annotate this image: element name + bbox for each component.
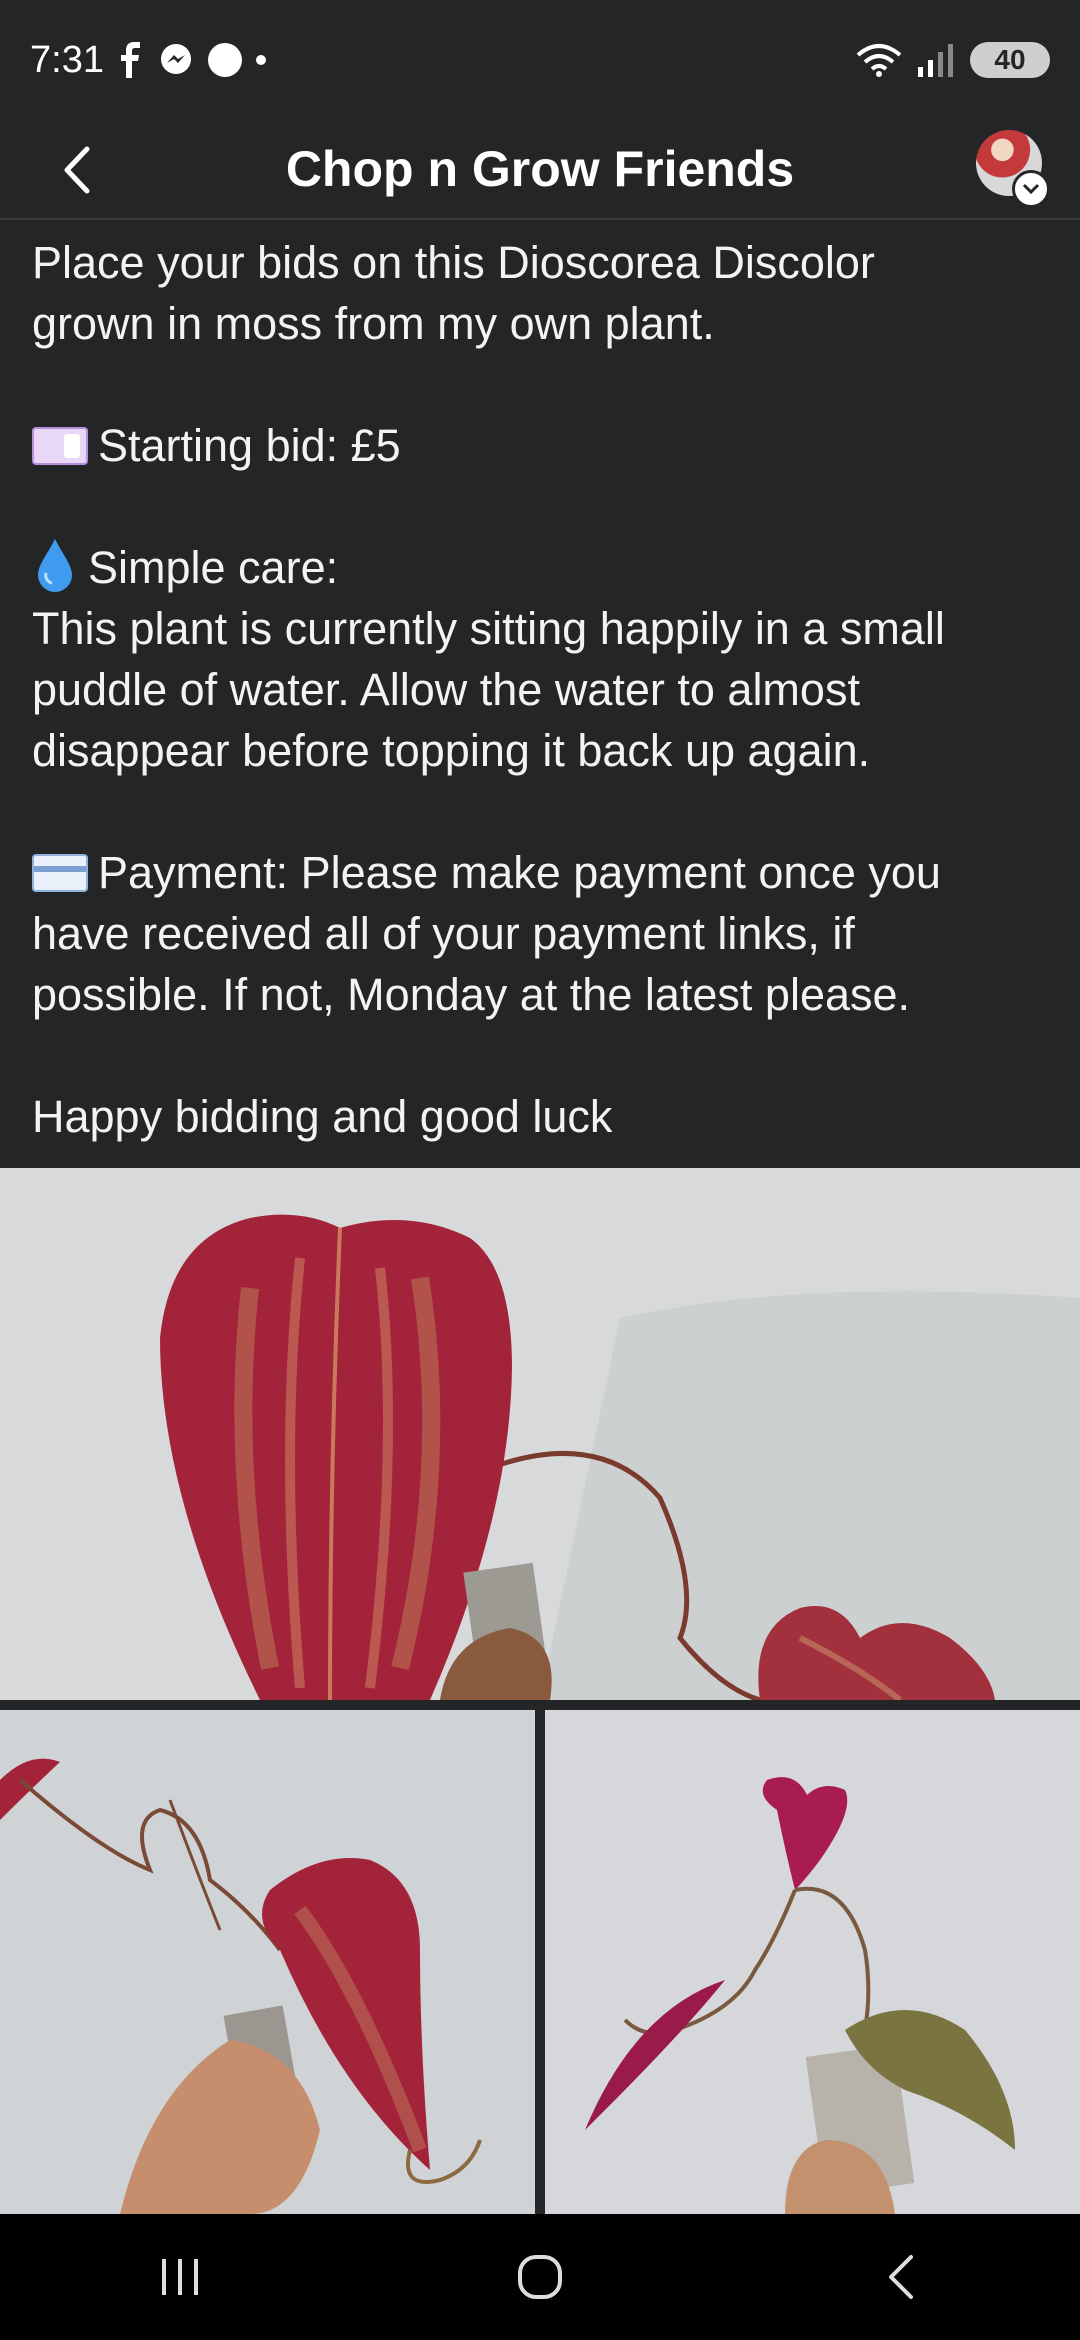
post-body: Place your bids on this Dioscorea Discol… xyxy=(32,232,1052,1147)
group-header: Chop n Grow Friends xyxy=(0,120,1080,220)
page-title: Chop n Grow Friends xyxy=(285,141,795,197)
droplet-icon xyxy=(38,539,72,592)
home-button[interactable] xyxy=(480,2237,600,2317)
starting-bid-line: Starting bid: £5 xyxy=(32,415,1052,476)
care-line-3: disappear before topping it back up agai… xyxy=(32,725,871,776)
status-left: 7:31 xyxy=(30,39,266,82)
payment-line-1-row: Payment: Please make payment once you xyxy=(32,842,1052,903)
battery-indicator: 40 xyxy=(970,42,1050,78)
signal-icon xyxy=(918,44,953,77)
payment-line-2: have received all of your payment links,… xyxy=(32,908,855,959)
plant-photo-pot-right[interactable] xyxy=(545,1710,1080,2214)
photo-grid xyxy=(0,1168,1080,2214)
payment-line-1: Payment: Please make payment once you xyxy=(98,847,941,898)
status-bar: 7:31 40 xyxy=(0,0,1080,120)
messenger-icon xyxy=(160,44,191,74)
money-icon xyxy=(32,427,88,465)
recent-apps-icon xyxy=(162,2259,198,2295)
plant-photo-leaf-closeup[interactable] xyxy=(0,1168,1080,1700)
chevron-left-icon xyxy=(64,146,90,194)
closing-line: Happy bidding and good luck xyxy=(32,1091,613,1142)
care-line-1: This plant is currently sitting happily … xyxy=(32,603,945,654)
dot-icon xyxy=(207,43,242,77)
care-title-line: Simple care: xyxy=(32,537,1052,598)
small-dot-icon xyxy=(255,55,266,65)
home-icon xyxy=(518,2255,562,2299)
status-time: 7:31 xyxy=(30,38,104,81)
back-icon xyxy=(889,2255,913,2299)
post-intro-line-1: Place your bids on this Dioscorea Discol… xyxy=(32,237,875,288)
profile-avatar[interactable] xyxy=(976,130,1050,208)
back-button[interactable] xyxy=(48,142,104,198)
system-back-button[interactable] xyxy=(840,2237,960,2317)
care-title-text: Simple care: xyxy=(88,542,339,593)
system-nav-bar xyxy=(0,2214,1080,2340)
post-intro-line-2: grown in moss from my own plant. xyxy=(32,298,715,349)
plant-photo-hand-left[interactable] xyxy=(0,1710,535,2214)
starting-bid-text: Starting bid: £5 xyxy=(98,420,401,471)
facebook-icon xyxy=(120,42,140,78)
care-line-2: puddle of water. Allow the water to almo… xyxy=(32,664,860,715)
recent-apps-button[interactable] xyxy=(120,2237,240,2317)
payment-line-3: possible. If not, Monday at the latest p… xyxy=(32,969,911,1020)
chevron-down-icon xyxy=(1012,170,1050,208)
wifi-icon xyxy=(856,44,902,77)
status-right: 40 xyxy=(856,42,1050,78)
credit-card-icon xyxy=(32,854,88,892)
